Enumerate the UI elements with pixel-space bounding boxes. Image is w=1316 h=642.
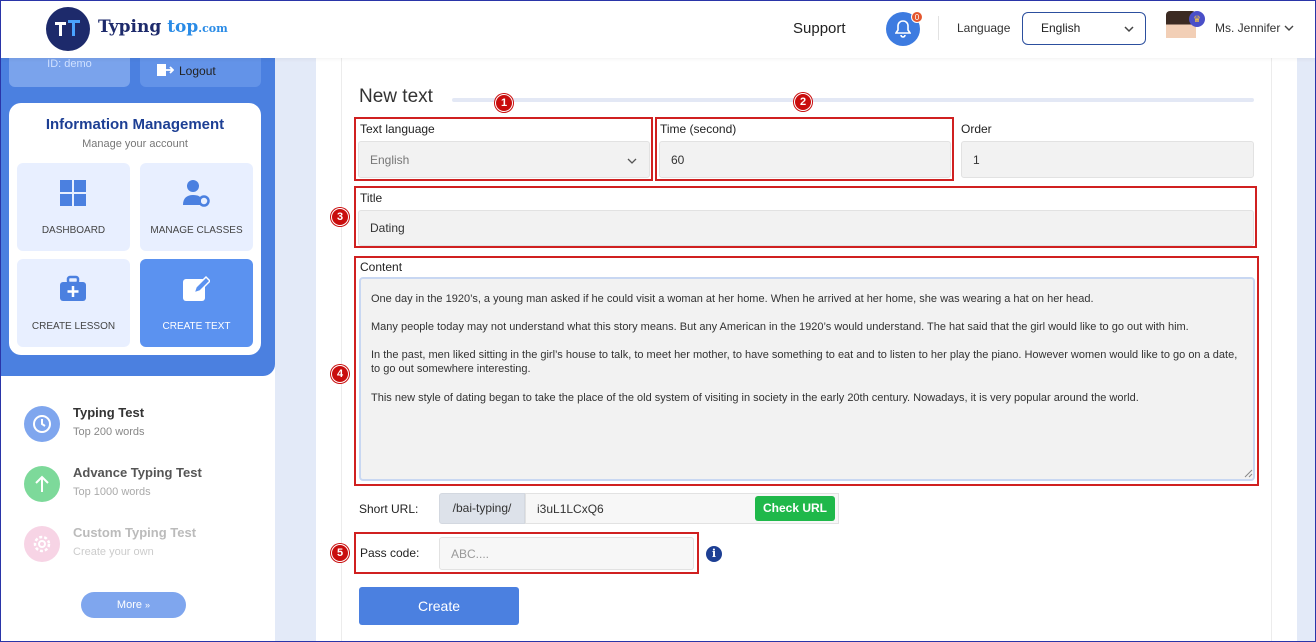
annotation-marker-3: 3 — [331, 208, 349, 226]
nav-title: Advance Typing Test — [73, 465, 202, 480]
clock-icon — [24, 406, 60, 442]
time-value: 60 — [671, 152, 685, 167]
edit-icon — [183, 275, 210, 301]
content-textarea[interactable]: One day in the 1920’s, a young man asked… — [359, 277, 1255, 481]
nav-custom-typing-test[interactable]: Custom Typing Test Create your own — [24, 524, 264, 568]
resize-handle-icon[interactable] — [1244, 469, 1253, 478]
tile-create-lesson[interactable]: CREATE LESSON — [17, 259, 130, 347]
text-language-select[interactable]: English — [358, 141, 650, 178]
nav-subtitle: Create your own — [73, 546, 154, 558]
tile-create-text[interactable]: CREATE TEXT — [140, 259, 253, 347]
nav-subtitle: Top 1000 words — [73, 486, 151, 498]
order-value: 1 — [973, 152, 980, 167]
logo-text[interactable]: Typing top.com — [98, 17, 228, 37]
nav-subtitle: Top 200 words — [73, 426, 145, 438]
briefcase-plus-icon — [60, 275, 86, 301]
content-paragraph: In the past, men liked sitting in the gi… — [371, 349, 1238, 375]
language-select[interactable]: English — [1022, 12, 1146, 45]
language-label: Language — [957, 21, 1011, 35]
logo-icon[interactable] — [46, 7, 90, 51]
short-url-value: i3uL1LCxQ6 — [537, 502, 604, 516]
grid-icon — [60, 180, 86, 206]
text-language-label: Text language — [360, 122, 435, 136]
chevron-down-icon[interactable] — [1284, 23, 1294, 33]
content-paragraph: One day in the 1920’s, a young man asked… — [371, 293, 1094, 305]
nav-title: Custom Typing Test — [73, 525, 197, 540]
header-divider — [938, 16, 939, 40]
pass-code-label: Pass code: — [360, 546, 420, 560]
gear-icon — [24, 526, 60, 562]
chevron-down-icon — [627, 158, 637, 164]
more-label: More — [116, 599, 142, 611]
annotation-marker-2: 2 — [794, 93, 812, 111]
nav-advance-typing-test[interactable]: Advance Typing Test Top 1000 words — [24, 464, 264, 508]
logout-label: Logout — [179, 64, 216, 78]
text-language-value: English — [370, 152, 410, 167]
pass-code-input[interactable]: ABC.... — [439, 537, 694, 570]
content-paragraph: Many people today may not understand wha… — [371, 321, 1189, 333]
short-url-label: Short URL: — [359, 502, 419, 516]
top-header: Typing top.com Support 0 Language Englis… — [0, 0, 1316, 58]
arrow-up-icon — [24, 466, 60, 502]
title-input[interactable]: Dating — [358, 210, 1254, 246]
time-input[interactable]: 60 — [659, 141, 951, 178]
logout-button[interactable]: Logout — [140, 58, 261, 87]
double-chevron-down-icon: » — [145, 600, 151, 610]
user-id-label: ID: demo — [9, 58, 130, 87]
notification-badge: 0 — [911, 11, 923, 23]
pass-code-placeholder: ABC.... — [451, 546, 490, 561]
info-icon[interactable]: i — [706, 546, 722, 562]
title-divider — [452, 98, 1254, 102]
content-paragraph: This new style of dating began to take t… — [371, 392, 1139, 404]
order-input[interactable]: 1 — [961, 141, 1254, 178]
time-label: Time (second) — [660, 122, 737, 136]
nav-title: Typing Test — [73, 405, 145, 420]
create-button[interactable]: Create — [359, 587, 519, 625]
tile-label: DASHBOARD — [41, 225, 106, 236]
tile-manage-classes[interactable]: MANAGE CLASSES — [140, 163, 253, 251]
annotation-marker-1: 1 — [495, 94, 513, 112]
tile-label: CREATE TEXT — [162, 321, 231, 332]
language-select-value: English — [1041, 21, 1081, 35]
info-title: Information Management — [45, 116, 225, 133]
sidebar-account-panel: ID: demo Logout Information Management M… — [0, 58, 275, 376]
info-subtitle: Manage your account — [82, 138, 188, 150]
information-management-card: Information Management Manage your accou… — [9, 103, 261, 355]
content-label: Content — [360, 260, 403, 274]
order-label: Order — [961, 122, 992, 136]
logout-icon — [157, 64, 174, 76]
tile-label: MANAGE CLASSES — [150, 225, 243, 236]
annotation-marker-4: 4 — [331, 365, 349, 383]
tile-label: CREATE LESSON — [31, 321, 116, 332]
sidebar: ID: demo Logout Information Management M… — [0, 58, 275, 642]
page-title: New text — [359, 86, 433, 107]
title-label: Title — [360, 191, 383, 205]
chevron-down-icon — [1124, 26, 1134, 33]
user-name[interactable]: Ms. Jennifer — [1215, 21, 1280, 35]
more-button[interactable]: More » — [81, 592, 186, 618]
short-url-prefix: /bai-typing/ — [439, 493, 525, 524]
nav-typing-test[interactable]: Typing Test Top 200 words — [24, 404, 264, 448]
user-gear-icon — [183, 180, 210, 207]
title-value: Dating — [370, 221, 405, 235]
check-url-button[interactable]: Check URL — [755, 496, 835, 521]
annotation-marker-5: 5 — [331, 544, 349, 562]
tile-dashboard[interactable]: DASHBOARD — [17, 163, 130, 251]
crown-icon: ♛ — [1189, 11, 1205, 27]
bell-icon — [895, 20, 911, 38]
support-link[interactable]: Support — [793, 20, 846, 37]
